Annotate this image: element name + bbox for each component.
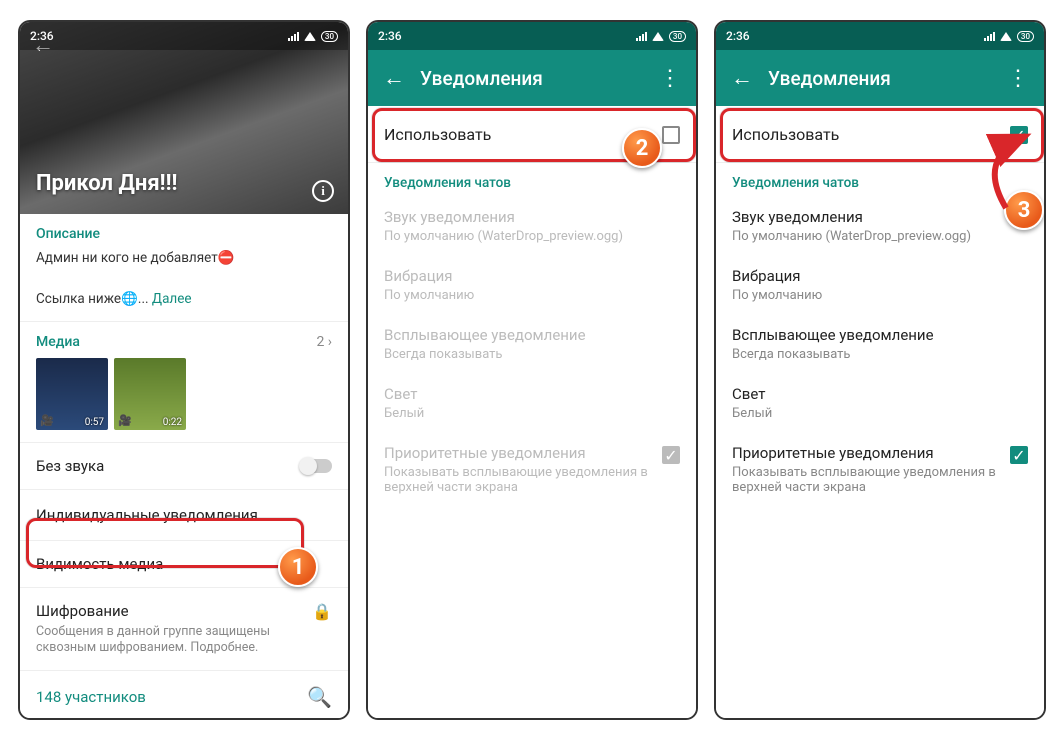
notification-sound-row: Звук уведомления По умолчанию (WaterDrop… [368, 197, 696, 256]
signal-icon [984, 31, 995, 41]
battery-icon: 30 [1017, 31, 1034, 42]
status-bar: 2:36 30 [20, 22, 348, 50]
media-thumbnail[interactable]: 🎥 0:57 [36, 358, 108, 430]
app-bar: ← Уведомления ⋮ [716, 50, 1044, 106]
popup-row[interactable]: Всплывающее уведомление Всегда показыват… [716, 315, 1044, 374]
back-icon[interactable]: ← [374, 65, 414, 91]
app-bar: ← Уведомления ⋮ [368, 50, 696, 106]
wifi-icon [652, 32, 664, 41]
mute-toggle[interactable] [300, 459, 332, 473]
signal-icon [288, 31, 299, 41]
use-custom-row[interactable]: Использовать ✓ [716, 106, 1044, 163]
group-title: Прикол Дня!!! [36, 171, 177, 196]
screen-notifications-disabled: 2:36 30 ← Уведомления ⋮ Использовать Уве… [366, 20, 698, 720]
signal-icon [636, 31, 647, 41]
priority-row[interactable]: Приоритетные уведомления Показывать вспл… [716, 433, 1044, 507]
status-bar: 2:36 30 [716, 22, 1044, 50]
status-time: 2:36 [378, 29, 402, 43]
battery-icon: 30 [321, 31, 338, 42]
wifi-icon [1000, 32, 1012, 41]
description-heading: Описание [36, 226, 332, 242]
media-count: 2 › [316, 334, 332, 350]
chat-notifications-heading: Уведомления чатов [368, 163, 696, 197]
overflow-menu-icon[interactable]: ⋮ [650, 66, 690, 91]
description-section[interactable]: Описание Админ ни кого не добавляет⛔ Ссы… [20, 214, 348, 322]
screen-group-info: 2:36 30 ← Прикол Дня!!! i Описание Админ… [18, 20, 350, 720]
overflow-menu-icon[interactable]: ⋮ [998, 66, 1038, 91]
media-section[interactable]: Медиа 2 › 🎥 0:57 🎥 0:22 [20, 322, 348, 443]
light-row: Свет Белый [368, 374, 696, 433]
priority-checkbox[interactable]: ✓ [1010, 446, 1028, 464]
custom-notifications-row[interactable]: Индивидуальные уведомления [20, 490, 348, 541]
status-bar: 2:36 30 [368, 22, 696, 50]
media-label: Медиа [36, 334, 80, 350]
encryption-row[interactable]: Шифрование Сообщения в данной группе защ… [20, 588, 348, 672]
appbar-title: Уведомления [762, 67, 998, 90]
media-visibility-row[interactable]: Видимость медиа [20, 541, 348, 588]
status-time: 2:36 [726, 29, 750, 43]
lock-icon: 🔒 [312, 602, 332, 621]
more-link[interactable]: Далее [152, 291, 192, 307]
group-header-image[interactable]: ← Прикол Дня!!! i [20, 22, 348, 214]
wifi-icon [304, 32, 316, 41]
chat-notifications-heading: Уведомления чатов [716, 163, 1044, 197]
vibration-row: Вибрация По умолчанию [368, 256, 696, 315]
priority-row: Приоритетные уведомления Показывать вспл… [368, 433, 696, 507]
video-icon: 🎥 [40, 414, 54, 427]
battery-icon: 30 [669, 31, 686, 42]
info-icon[interactable]: i [312, 180, 334, 202]
search-icon[interactable]: 🔍 [307, 685, 332, 709]
light-row[interactable]: Свет Белый [716, 374, 1044, 433]
back-icon[interactable]: ← [722, 65, 762, 91]
popup-row: Всплывающее уведомление Всегда показыват… [368, 315, 696, 374]
screen-notifications-enabled: 2:36 30 ← Уведомления ⋮ Использовать ✓ У… [714, 20, 1046, 720]
use-checkbox-unchecked[interactable] [662, 126, 680, 144]
vibration-row[interactable]: Вибрация По умолчанию [716, 256, 1044, 315]
notification-sound-row[interactable]: Звук уведомления По умолчанию (WaterDrop… [716, 197, 1044, 256]
media-thumbnail[interactable]: 🎥 0:22 [114, 358, 186, 430]
video-icon: 🎥 [118, 414, 132, 427]
use-checkbox-checked[interactable]: ✓ [1010, 126, 1028, 144]
description-text: Админ ни кого не добавляет⛔ Ссылка ниже🌐… [36, 248, 332, 309]
use-custom-row[interactable]: Использовать [368, 106, 696, 163]
priority-checkbox: ✓ [662, 446, 680, 464]
status-time: 2:36 [30, 29, 54, 43]
appbar-title: Уведомления [414, 67, 650, 90]
mute-row[interactable]: Без звука [20, 443, 348, 490]
participants-count[interactable]: 148 участников [36, 688, 146, 706]
